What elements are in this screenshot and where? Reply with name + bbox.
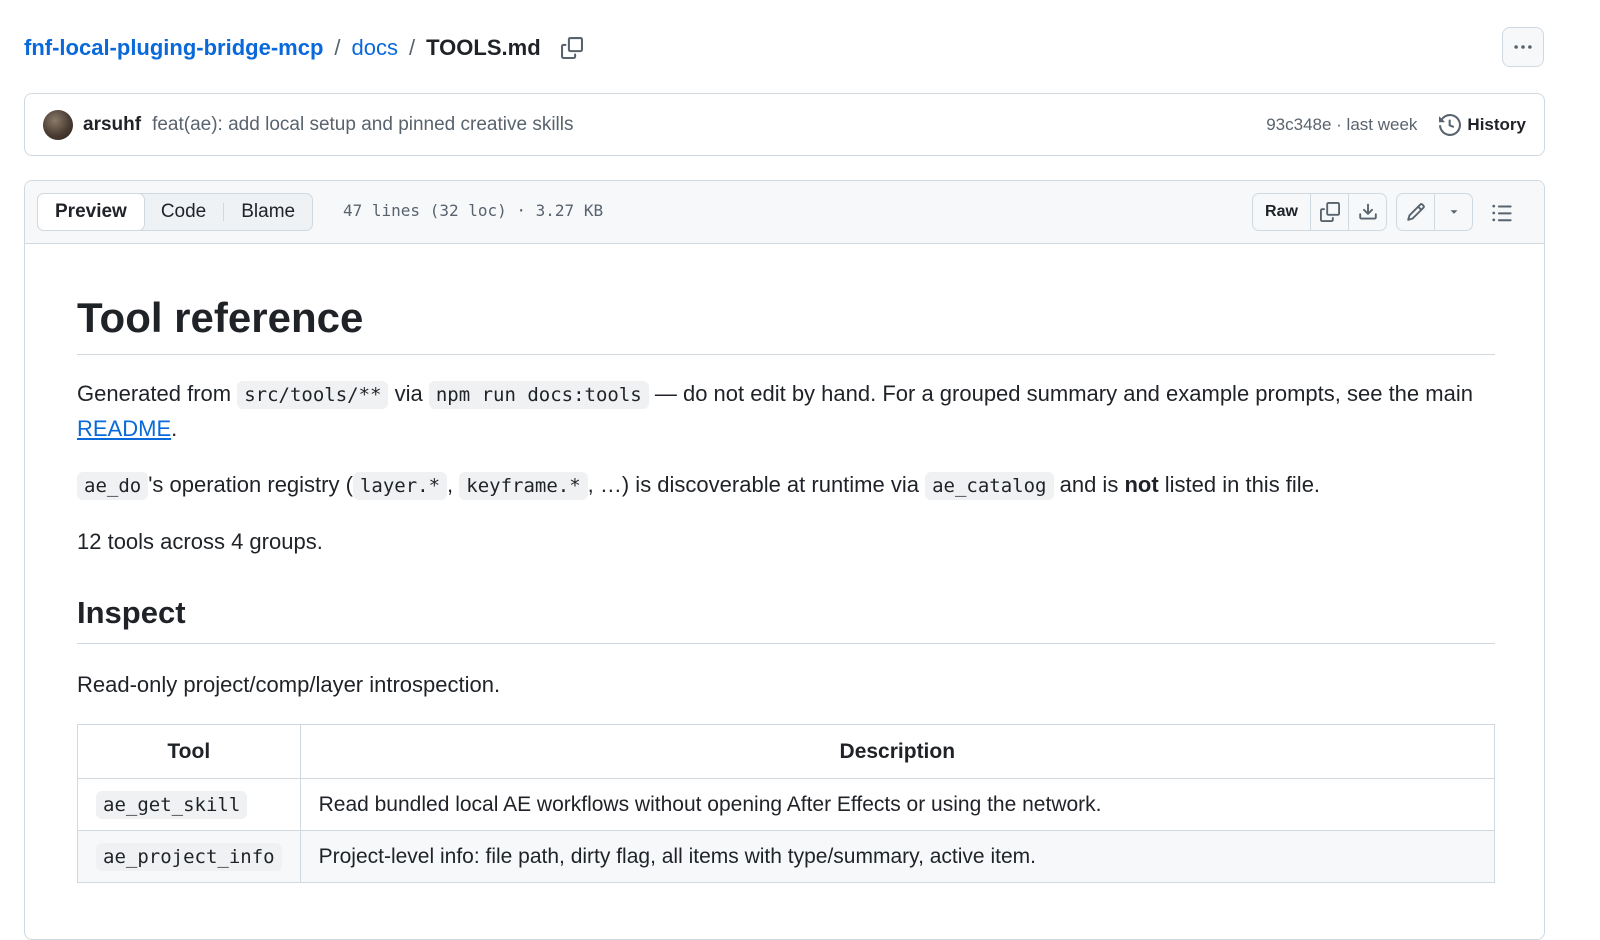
latest-commit-bar: arsuhf feat(ae): add local setup and pin… [24,93,1545,156]
text: , [447,472,460,498]
file-name: TOOLS.md [426,35,541,60]
copy-path-icon[interactable] [559,35,585,61]
inline-code: keyframe.* [459,472,588,501]
text: , …) is discoverable at runtime via [587,472,926,498]
section-description: Read-only project/comp/layer introspecti… [77,672,501,698]
section-heading: Inspect [77,595,1495,645]
inline-code: ae_catalog [925,472,1054,501]
breadcrumb-separator: / [409,35,416,60]
inline-code: ae_project_info [96,842,282,871]
history-label: History [1467,114,1526,134]
column-header: Tool [77,724,301,780]
raw-actions-group: Raw [1252,193,1387,231]
tool-cell: ae_project_info [77,830,301,884]
kebab-horizontal-icon [1514,45,1532,49]
text: via [388,381,429,407]
raw-button[interactable]: Raw [1253,194,1310,230]
tab-preview[interactable]: Preview [37,193,145,231]
inline-code: ae_do [77,472,149,501]
text: listed in this file. [1158,472,1321,498]
inline-code: npm run docs:tools [428,381,649,410]
edit-dropdown-button[interactable] [1434,194,1472,230]
tools-table: Tool Description ae_get_skill Read bundl… [77,724,1496,884]
edit-actions-group [1396,193,1473,231]
text: . [171,416,178,442]
table-header-row: Tool Description [77,724,1496,780]
commit-hash-time[interactable]: 93c348e · last week [1266,115,1417,135]
pencil-icon [1406,203,1425,221]
commit-message[interactable]: feat(ae): add local setup and pinned cre… [152,114,573,136]
description-cell: Read bundled local AE workflows without … [299,778,1496,832]
breadcrumb: fnf-local-pluging-bridge-mcp / docs / TO… [24,30,585,66]
outline-button[interactable] [1487,198,1517,228]
list-unordered-icon [1492,204,1512,222]
tab-code[interactable]: Code [144,194,223,230]
history-button[interactable]: History [1439,113,1526,136]
more-options-button[interactable] [1502,27,1544,67]
text: 's operation registry ( [148,472,353,498]
registry-paragraph: ae_do's operation registry (layer.*, key… [77,468,1495,503]
readme-link[interactable]: README [77,416,171,441]
copy-raw-button[interactable] [1310,194,1348,230]
triangle-down-icon [1450,210,1457,214]
column-header: Description [299,724,1496,780]
description-cell: Project-level info: file path, dirty fla… [299,830,1496,884]
breadcrumb-separator: / [334,35,341,60]
page-title: Tool reference [77,244,1495,356]
summary-paragraph: 12 tools across 4 groups. [77,529,323,555]
text: and is [1053,472,1125,498]
copy-icon [1319,202,1340,222]
markdown-body: Tool reference Generated from src/tools/… [77,244,1496,884]
file-viewer: Preview Code Blame 47 lines (32 loc) · 3… [24,180,1545,940]
edit-file-button[interactable] [1397,194,1434,230]
commit-author[interactable]: arsuhf [83,114,141,136]
text: — do not edit by hand. For a grouped sum… [648,381,1473,407]
table-row: ae_project_info Project-level info: file… [77,830,1496,884]
view-mode-switcher: Preview Code Blame [37,193,314,231]
intro-paragraph: Generated from src/tools/** via npm run … [77,377,1495,446]
history-icon [1439,113,1462,136]
table-row: ae_get_skill Read bundled local AE workf… [77,778,1496,832]
inline-code: src/tools/** [237,381,389,410]
download-button[interactable] [1348,194,1386,230]
file-toolbar: Preview Code Blame 47 lines (32 loc) · 3… [25,181,1544,244]
avatar[interactable] [43,109,73,140]
folder-link[interactable]: docs [352,35,398,61]
text: Generated from [77,381,238,407]
tool-cell: ae_get_skill [77,778,301,832]
bold-text: not [1124,472,1159,498]
inline-code: ae_get_skill [96,790,248,819]
repo-link[interactable]: fnf-local-pluging-bridge-mcp [24,35,323,61]
tab-blame[interactable]: Blame [224,194,312,230]
download-icon [1358,203,1377,220]
file-meta: 47 lines (32 loc) · 3.27 KB [343,201,604,220]
inline-code: layer.* [352,472,448,501]
